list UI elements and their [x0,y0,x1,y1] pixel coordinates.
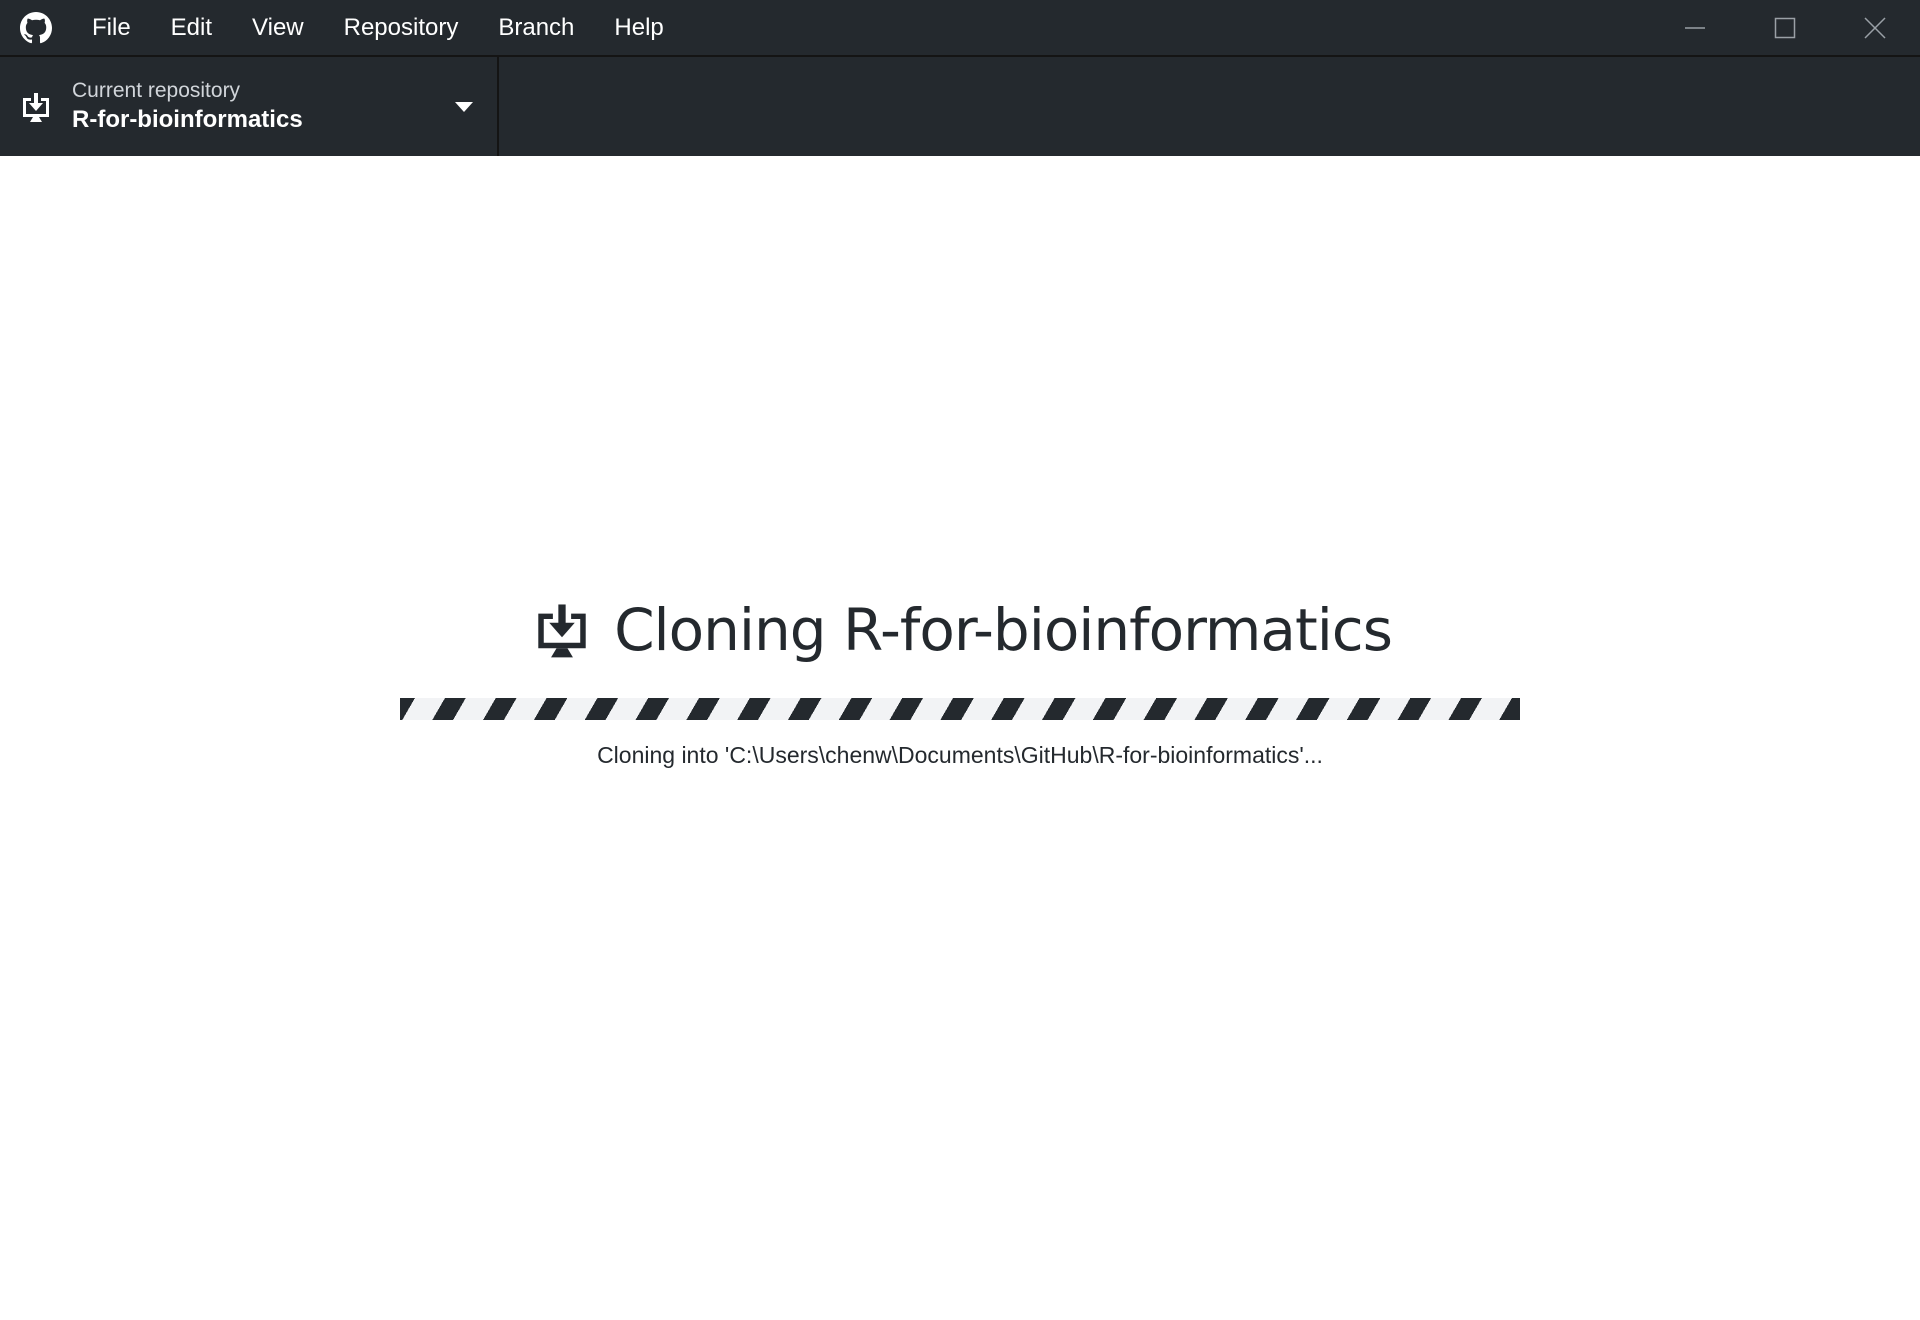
clone-progress-bar [400,698,1520,720]
current-repository-name: R-for-bioinformatics [72,105,303,133]
clone-heading: Cloning R-for-bioinformatics [0,596,1920,664]
close-button[interactable] [1830,0,1920,55]
current-repository-button[interactable]: Current repository R-for-bioinformatics [0,57,499,156]
clone-download-icon [528,596,596,664]
clone-progress-view: Cloning R-for-bioinformatics Cloning int… [0,156,1920,1320]
maximize-button[interactable] [1740,0,1830,55]
menu-edit[interactable]: Edit [151,0,232,55]
maximize-icon [1774,17,1796,38]
clone-title: Cloning R-for-bioinformatics [614,596,1393,664]
caret-down-icon [449,57,479,156]
menu-help[interactable]: Help [594,0,683,55]
menu-view[interactable]: View [232,0,324,55]
clone-status-text: Cloning into 'C:\Users\chenw\Documents\G… [597,742,1323,768]
menu-repository[interactable]: Repository [324,0,479,55]
clone-progress-fill [400,698,1520,720]
close-icon [1864,16,1886,39]
minimize-button[interactable] [1650,0,1740,55]
menu-file[interactable]: File [72,0,151,55]
minimize-icon [1685,26,1705,29]
current-repository-text: Current repository R-for-bioinformatics [72,78,303,136]
window-controls [1650,0,1920,55]
clone-download-icon [0,57,72,156]
current-repository-caption: Current repository [72,78,241,102]
toolbar: Current repository R-for-bioinformatics [0,55,1920,156]
menu-bar: File Edit View Repository Branch Help [72,0,684,55]
github-octocat-icon[interactable] [0,0,72,55]
menu-branch[interactable]: Branch [478,0,594,55]
title-bar: File Edit View Repository Branch Help [0,0,1920,55]
